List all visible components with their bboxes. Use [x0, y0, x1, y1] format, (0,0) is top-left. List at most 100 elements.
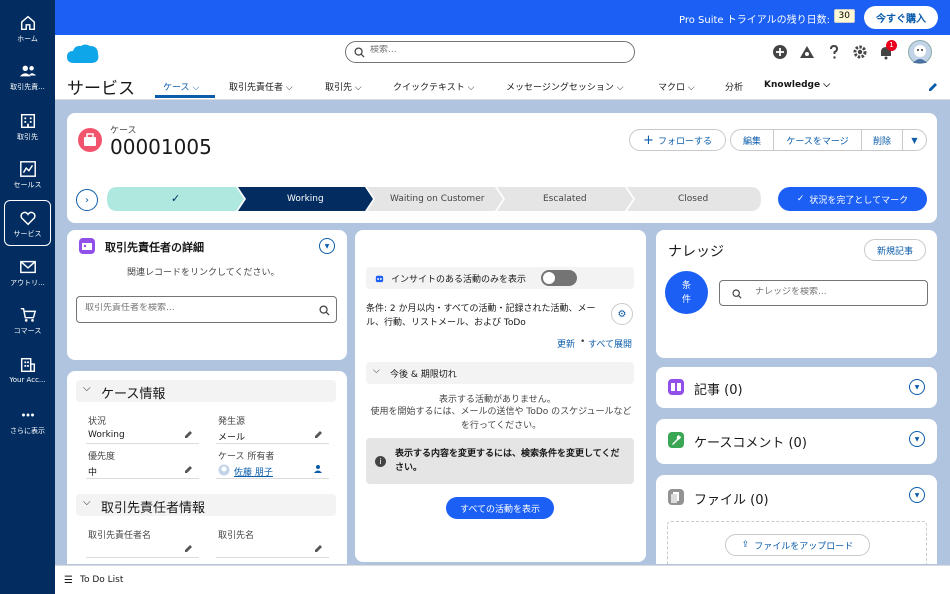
id-card-icon: [82, 243, 92, 250]
rail-item-sales[interactable]: セールス: [4, 152, 51, 198]
rail-item-home[interactable]: ホーム: [4, 6, 51, 52]
filter-settings-button[interactable]: ⚙: [611, 303, 633, 325]
path-step-escalated[interactable]: Escalated: [543, 194, 587, 204]
knowledge-search-field[interactable]: [719, 280, 928, 306]
gear-icon[interactable]: [852, 44, 868, 60]
building-icon: [20, 357, 35, 373]
expand-all-link[interactable]: すべて展開: [588, 337, 632, 350]
file-drop-zone[interactable]: ⇪ ファイルをアップロード: [667, 521, 927, 564]
edit-pencil-icon[interactable]: [184, 464, 194, 474]
upload-files-button[interactable]: ⇪ ファイルをアップロード: [725, 534, 870, 556]
files-menu-button[interactable]: ▼: [909, 487, 925, 503]
rail-item-contacts[interactable]: 取引先責...: [4, 54, 51, 100]
chevron-down-icon[interactable]: ⌵: [286, 83, 293, 93]
articles-menu-button[interactable]: ▼: [909, 379, 925, 395]
home-icon: [20, 15, 35, 31]
salesforce-cloud-logo[interactable]: [65, 41, 101, 67]
knowledge-search-input[interactable]: [755, 287, 915, 297]
path-step-working[interactable]: Working: [287, 194, 324, 204]
edit-nav-pencil-icon[interactable]: [927, 81, 939, 93]
chevron-down-icon[interactable]: ⌵: [823, 80, 830, 90]
app-launcher-rail: ホーム 取引先責... 取引先 セールス サービス アウトリ... コマース Y…: [0, 0, 55, 594]
related-list-title[interactable]: ケースコメント (0): [694, 432, 807, 451]
case-owner-link[interactable]: 佐藤 朋子: [234, 465, 273, 478]
edit-pencil-icon[interactable]: [184, 429, 194, 439]
mark-status-complete-button[interactable]: ✓ 状況を完了としてマーク: [778, 187, 927, 211]
path-step-waiting[interactable]: Waiting on Customer: [390, 194, 484, 204]
plus-icon: +: [643, 132, 654, 148]
chevron-down-icon[interactable]: ⌵: [468, 83, 475, 93]
tab-accounts[interactable]: 取引先 ⌵: [325, 80, 362, 93]
merge-case-button[interactable]: ケースをマージ: [773, 129, 862, 151]
tab-cases[interactable]: ケース ⌵: [163, 80, 199, 93]
knowledge-filter-button[interactable]: 条件: [665, 271, 708, 314]
change-owner-icon[interactable]: [314, 464, 324, 474]
check-icon[interactable]: ✓: [171, 192, 180, 205]
path-toggle-button[interactable]: ›: [76, 189, 98, 211]
todo-list-icon: ☰: [64, 575, 73, 586]
tab-contacts[interactable]: 取引先責任者 ⌵: [229, 80, 293, 93]
global-search[interactable]: [345, 41, 635, 63]
todo-list-button[interactable]: To Do List: [80, 575, 123, 585]
refresh-link[interactable]: 更新: [557, 337, 575, 350]
edit-button[interactable]: 編集: [730, 129, 774, 151]
related-list-title[interactable]: 記事 (0): [694, 379, 743, 398]
show-all-activities-button[interactable]: すべての活動を表示: [446, 497, 554, 519]
contact-details-card: 取引先責任者の詳細 ▼ 関連レコードをリンクしてください。: [67, 230, 347, 360]
contact-info-section-header[interactable]: ⌵ 取引先責任者情報: [76, 494, 336, 516]
more-actions-button[interactable]: ▼: [902, 129, 927, 151]
field-value-origin: メール: [218, 433, 246, 443]
help-icon[interactable]: [826, 44, 842, 60]
tab-analytics[interactable]: 分析: [725, 80, 743, 93]
chevron-right-icon: ›: [85, 194, 89, 206]
new-article-button[interactable]: 新規記事: [864, 239, 926, 261]
edit-pencil-icon[interactable]: [314, 429, 324, 439]
articles-list-icon: [668, 379, 684, 395]
chevron-down-icon[interactable]: ⌵: [688, 83, 695, 93]
chevron-down-icon[interactable]: ⌵: [617, 83, 624, 93]
filter-info-text: 表示する内容を変更するには、検索条件を変更してください。: [395, 449, 620, 473]
tab-messaging-sessions[interactable]: メッセージングセッション ⌵: [506, 80, 624, 93]
related-list-title[interactable]: ファイル (0): [694, 489, 769, 508]
rail-item-commerce[interactable]: コマース: [4, 298, 51, 344]
case-details-card: ⌵ ケース情報 状況 Working 発生源 メール 優先度 中 ケース 所有者…: [67, 371, 347, 564]
card-menu-button[interactable]: ▼: [319, 238, 335, 254]
delete-button[interactable]: 削除: [861, 129, 903, 151]
add-icon[interactable]: [772, 44, 788, 60]
rail-item-service[interactable]: サービス: [4, 200, 51, 246]
rail-item-accounts[interactable]: 取引先: [4, 104, 51, 150]
rail-item-outreach[interactable]: アウトリ...: [4, 250, 51, 296]
contact-search-field[interactable]: [76, 296, 337, 323]
chevron-down-icon[interactable]: ⌵: [192, 83, 199, 93]
rail-item-your-account[interactable]: Your Acc...: [4, 348, 51, 394]
insight-toggle-switch[interactable]: [541, 270, 577, 286]
search-icon: [319, 305, 330, 316]
search-input[interactable]: [370, 45, 620, 55]
field-value-priority: 中: [88, 468, 98, 478]
avatar[interactable]: [908, 40, 932, 64]
owner-avatar-icon: [218, 464, 230, 476]
search-icon: [732, 289, 742, 299]
toggle-knob: [543, 272, 555, 284]
edit-pencil-icon[interactable]: [184, 543, 194, 553]
tab-knowledge[interactable]: Knowledge ⌵: [764, 80, 830, 90]
trailhead-icon[interactable]: [799, 44, 815, 60]
edit-pencil-icon[interactable]: [314, 543, 324, 553]
case-info-section-header[interactable]: ⌵ ケース情報: [76, 380, 336, 402]
contact-search-input[interactable]: [85, 303, 305, 313]
comments-menu-button[interactable]: ▼: [909, 431, 925, 447]
path-step-closed[interactable]: Closed: [678, 194, 708, 204]
tab-macros[interactable]: マクロ ⌵: [658, 80, 695, 93]
chevron-down-icon[interactable]: ⌵: [355, 83, 362, 93]
field-divider: [86, 443, 199, 444]
chevron-down-icon: ⌵: [83, 383, 91, 394]
rail-item-more[interactable]: さらに表示: [4, 398, 51, 444]
global-header: 1 サービス ケース ⌵ 取引先責任者 ⌵ 取引先 ⌵ クイックテキスト ⌵ メ…: [55, 35, 950, 100]
link-hint: 関連レコードをリンクしてください。: [127, 268, 280, 278]
upcoming-section-header[interactable]: ⌵ 今後 & 期限切れ: [366, 362, 634, 384]
caret-down-icon: ▼: [914, 491, 920, 499]
tab-quick-text[interactable]: クイックテキスト ⌵: [393, 80, 474, 93]
buy-now-button[interactable]: 今すぐ購入: [864, 6, 938, 29]
more-icon: [21, 413, 34, 417]
follow-button[interactable]: + フォローする: [629, 129, 726, 151]
